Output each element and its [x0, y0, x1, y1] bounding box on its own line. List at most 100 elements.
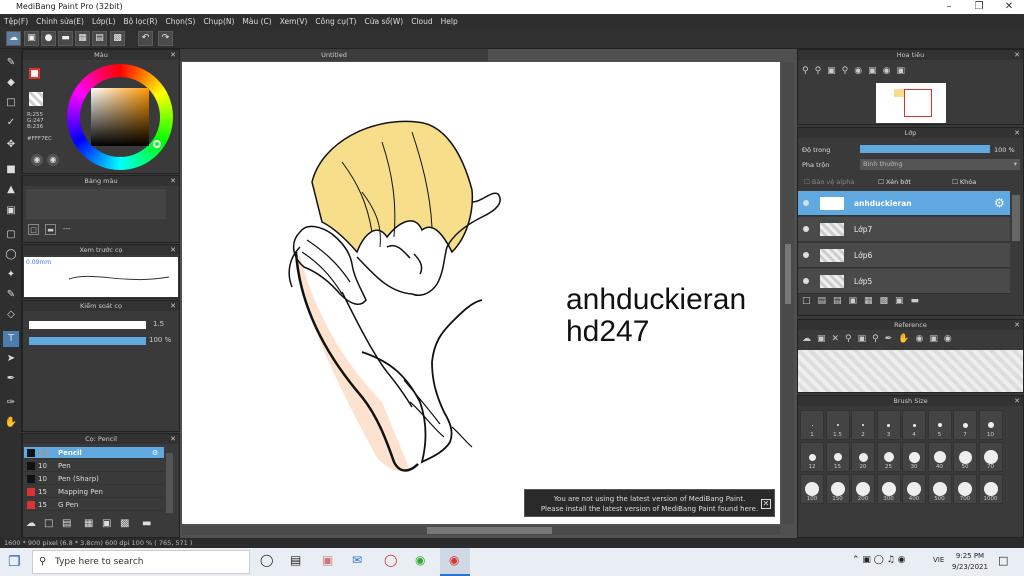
brush-size-option[interactable]: 200: [851, 474, 875, 504]
layer-row[interactable]: Lớp7: [798, 217, 1010, 242]
hand-tool-icon[interactable]: ✋: [3, 415, 19, 431]
maximize-button[interactable]: ❐: [964, 0, 994, 14]
panel-icon[interactable]: ▦: [75, 31, 90, 46]
visibility-icon[interactable]: [803, 200, 809, 206]
new-palette-icon[interactable]: □: [28, 224, 39, 235]
brush-item-g-pen[interactable]: 15 G Pen: [24, 499, 164, 511]
visibility-icon[interactable]: [803, 252, 809, 258]
reference-canvas[interactable]: [798, 350, 1023, 392]
reference-toolbar[interactable]: ☁▣✕⚲▣⚲✒✋◉▣◉: [802, 334, 958, 344]
brush-size-option[interactable]: 25: [876, 442, 901, 472]
layer-scrollbar[interactable]: [1012, 195, 1020, 241]
palette-area[interactable]: [26, 189, 166, 219]
menu-help[interactable]: Help: [437, 14, 462, 29]
fill-rect-icon[interactable]: ■: [3, 162, 19, 178]
menu-window[interactable]: Cửa sổ(W): [360, 14, 407, 29]
bucket-icon[interactable]: ▲: [3, 182, 19, 198]
brush-size-option[interactable]: 400: [902, 474, 926, 504]
brush-file-icon[interactable]: ▦: [84, 518, 93, 529]
picker-icon[interactable]: ◉: [47, 154, 59, 166]
width-slider[interactable]: [29, 321, 146, 329]
close-icon[interactable]: ✕: [1014, 320, 1020, 330]
operation-icon[interactable]: ➤: [3, 351, 19, 367]
brush-size-option[interactable]: 300: [876, 474, 901, 504]
brush-size-option[interactable]: 150: [825, 474, 850, 504]
select-eraser-icon[interactable]: ◇: [3, 307, 19, 323]
store-icon[interactable]: ▣: [322, 553, 333, 567]
alpha-protect-checkbox[interactable]: ☐ Bảo vệ alpha: [804, 178, 854, 186]
close-icon[interactable]: ✕: [170, 50, 176, 60]
brush-size-option[interactable]: 50: [953, 442, 977, 472]
search-input[interactable]: ⚲ Type here to search: [32, 550, 250, 574]
brush-size-option[interactable]: 5: [927, 410, 952, 440]
trash-icon[interactable]: ▬: [142, 518, 151, 529]
cloud-brush-icon[interactable]: ☁: [26, 518, 36, 529]
menu-filter[interactable]: Bộ lọc(R): [120, 14, 162, 29]
opacity-slider[interactable]: [29, 337, 146, 345]
brush-size-option[interactable]: 2: [851, 410, 875, 440]
layout-icon[interactable]: ▩: [110, 31, 125, 46]
brush-size-option[interactable]: 1.5: [825, 410, 850, 440]
task-view-icon[interactable]: ▤: [290, 553, 301, 567]
hue-handle[interactable]: [153, 140, 161, 148]
drawing-canvas[interactable]: anhduckieran hd247: [182, 62, 780, 524]
lasso-icon[interactable]: ✓: [3, 115, 19, 131]
close-icon[interactable]: ✕: [170, 434, 176, 444]
navigator-zoom-controls[interactable]: ⚲⚲▣⚲◉▣◉▣: [802, 66, 911, 76]
brush-size-option[interactable]: 100: [800, 474, 824, 504]
brush-size-option[interactable]: 15: [825, 442, 850, 472]
notification-icon[interactable]: □: [998, 554, 1008, 567]
menu-select[interactable]: Chọn(S): [161, 14, 199, 29]
transparent-swatch[interactable]: [29, 92, 43, 106]
brush-size-option[interactable]: 70: [978, 442, 1003, 472]
brush-size-option[interactable]: 40: [927, 442, 952, 472]
brush-item-pen-sharp[interactable]: 10 Pen (Sharp): [24, 473, 164, 485]
move-tool-icon[interactable]: ✥: [3, 137, 19, 153]
brush-size-option[interactable]: 20: [851, 442, 875, 472]
tray-icons[interactable]: ⌃ ▣ ◯ ♫ ◉: [852, 555, 905, 565]
visibility-icon[interactable]: [803, 226, 809, 232]
trash-icon[interactable]: ▬: [45, 224, 56, 235]
palette-icon[interactable]: ◉: [31, 154, 43, 166]
gradient-icon[interactable]: ▣: [3, 203, 19, 219]
brush-size-option[interactable]: 700: [953, 474, 977, 504]
menu-cloud[interactable]: Cloud: [407, 14, 436, 29]
text-tool-icon[interactable]: T: [3, 331, 19, 347]
rect-select-icon[interactable]: □: [3, 95, 19, 111]
gear-icon[interactable]: ⚙: [152, 447, 158, 459]
brush-size-option[interactable]: 10: [978, 410, 1003, 440]
menu-tools[interactable]: Công cụ(T): [311, 14, 360, 29]
close-icon[interactable]: ✕: [170, 301, 176, 311]
magic-wand-icon[interactable]: ✦: [3, 267, 19, 283]
redo-icon[interactable]: ↷: [158, 31, 173, 46]
close-icon[interactable]: ✕: [1014, 128, 1020, 138]
select-icon[interactable]: ▢: [3, 227, 19, 243]
close-icon[interactable]: ✕: [1014, 50, 1020, 60]
lock-checkbox[interactable]: ☐ Khóa: [952, 178, 976, 186]
brush-size-option[interactable]: 1: [800, 410, 824, 440]
brush-item-mapping-pen[interactable]: 15 Mapping Pen: [24, 486, 164, 498]
save-icon[interactable]: ▣: [24, 31, 39, 46]
hue-wheel[interactable]: [67, 64, 173, 170]
clock[interactable]: 9:25 PM 9/23/2021: [952, 551, 988, 573]
eyedropper-icon[interactable]: ✒: [3, 371, 19, 387]
app-icon[interactable]: ◉: [415, 553, 425, 567]
navigator-thumbnail[interactable]: [876, 83, 946, 123]
brush-item-pen[interactable]: 10 Pen: [24, 460, 164, 472]
brush-tool-icon[interactable]: ✎: [3, 55, 19, 71]
brush-size-option[interactable]: 12: [800, 442, 824, 472]
brush-size-option[interactable]: 1000: [978, 474, 1003, 504]
close-button[interactable]: ✕: [994, 0, 1024, 14]
horizontal-scrollbar[interactable]: [182, 526, 780, 535]
new-brush-icon[interactable]: □: [44, 518, 53, 529]
saturation-square[interactable]: [91, 88, 149, 146]
clipping-checkbox[interactable]: ☐ Xén bớt: [878, 178, 911, 186]
mail-icon[interactable]: ✉: [352, 553, 362, 567]
menu-view[interactable]: Xem(V): [276, 14, 312, 29]
minimize-button[interactable]: –: [934, 0, 964, 14]
document-tab[interactable]: Untitled: [180, 49, 488, 61]
foreground-color-swatch[interactable]: [29, 68, 40, 79]
language-indicator[interactable]: VIE: [933, 556, 944, 564]
brush-size-option[interactable]: 4: [902, 410, 926, 440]
dropper-icon[interactable]: ✑: [3, 395, 19, 411]
